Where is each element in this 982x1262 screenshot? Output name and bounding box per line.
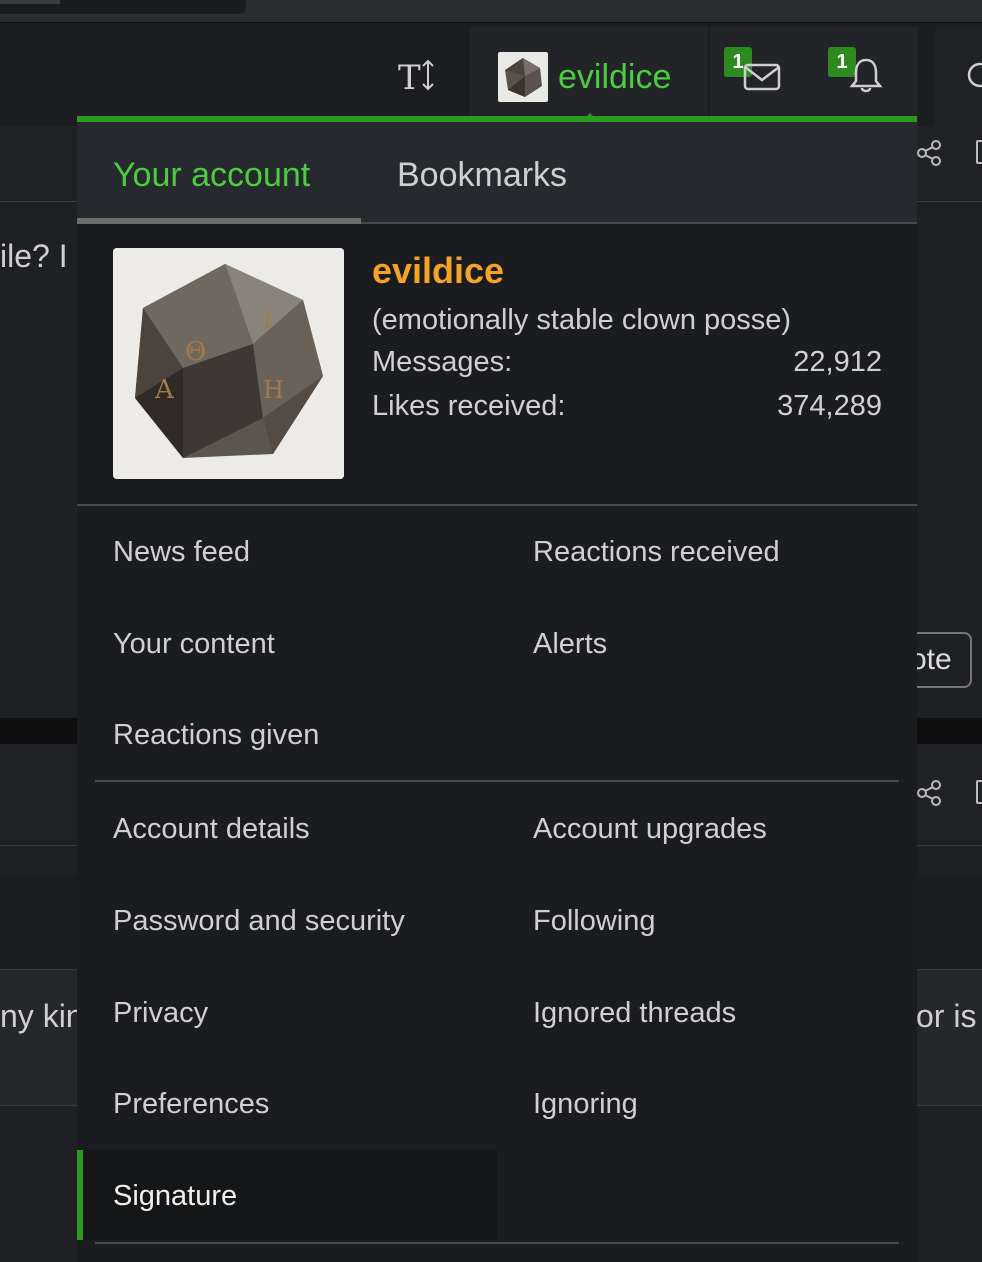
link-password-security[interactable]: Password and security bbox=[113, 905, 405, 938]
bell-icon bbox=[849, 58, 883, 93]
stat-label: Messages: bbox=[372, 346, 513, 378]
svg-text:A: A bbox=[154, 375, 175, 405]
links-divider-bottom bbox=[95, 1242, 899, 1244]
post-text-snippet: or is bbox=[916, 998, 977, 1034]
post-text-snippet: ile? I bbox=[0, 238, 68, 274]
link-reactions-received[interactable]: Reactions received bbox=[533, 536, 780, 569]
bookmark-icon[interactable] bbox=[976, 140, 982, 164]
link-alerts[interactable]: Alerts bbox=[533, 628, 607, 661]
svg-text:H: H bbox=[263, 376, 284, 404]
share-icon[interactable] bbox=[914, 778, 944, 808]
stat-likes: Likes received: 374,289 bbox=[372, 390, 882, 423]
svg-text:Θ: Θ bbox=[185, 337, 206, 367]
tab-your-account[interactable]: Your account bbox=[113, 122, 310, 224]
tab-bookmarks[interactable]: Bookmarks bbox=[397, 122, 567, 224]
stat-value: 22,912 bbox=[793, 346, 882, 378]
link-signature[interactable]: Signature bbox=[113, 1180, 237, 1213]
link-privacy[interactable]: Privacy bbox=[113, 997, 208, 1030]
menu-tabs: Your account Bookmarks bbox=[77, 122, 917, 224]
nav-username: evildice bbox=[558, 57, 672, 96]
bookmark-icon[interactable] bbox=[976, 780, 982, 804]
browser-top-strip bbox=[0, 0, 982, 22]
profile-summary: Θ I H A evildice (emotionally stable clo… bbox=[77, 224, 917, 506]
search-button[interactable] bbox=[934, 27, 982, 127]
inbox-button[interactable]: 1 bbox=[710, 27, 814, 127]
svg-text:T: T bbox=[398, 58, 421, 97]
link-your-content[interactable]: Your content bbox=[113, 628, 275, 661]
profile-user-title: (emotionally stable clown posse) bbox=[372, 304, 792, 336]
user-avatar-small bbox=[498, 52, 548, 102]
account-dropdown-menu: Your account Bookmarks Θ I H A evildice bbox=[77, 116, 917, 1262]
link-preferences[interactable]: Preferences bbox=[113, 1088, 269, 1121]
link-reactions-given[interactable]: Reactions given bbox=[113, 719, 319, 752]
browser-tab-highlight bbox=[0, 0, 60, 4]
text-size-icon[interactable]: T bbox=[392, 53, 452, 98]
link-following[interactable]: Following bbox=[533, 905, 656, 938]
top-navbar: T evildice 1 1 bbox=[0, 22, 982, 129]
link-account-details[interactable]: Account details bbox=[113, 813, 310, 846]
post-text-snippet: ny kin bbox=[0, 998, 84, 1034]
user-avatar[interactable]: Θ I H A bbox=[113, 248, 344, 479]
svg-text:I: I bbox=[263, 309, 272, 334]
stat-messages: Messages: 22,912 bbox=[372, 346, 882, 379]
share-icon[interactable] bbox=[914, 138, 944, 168]
links-divider bbox=[95, 780, 899, 782]
profile-username[interactable]: evildice bbox=[372, 250, 504, 292]
search-icon bbox=[967, 62, 982, 88]
link-account-upgrades[interactable]: Account upgrades bbox=[533, 813, 767, 846]
link-ignored-threads[interactable]: Ignored threads bbox=[533, 997, 736, 1030]
account-menu-button[interactable]: evildice bbox=[470, 27, 708, 129]
alerts-button[interactable]: 1 bbox=[814, 27, 918, 127]
link-news-feed[interactable]: News feed bbox=[113, 536, 250, 569]
link-ignoring[interactable]: Ignoring bbox=[533, 1088, 638, 1121]
stat-value: 374,289 bbox=[777, 390, 882, 422]
envelope-icon bbox=[743, 63, 781, 91]
stat-label: Likes received: bbox=[372, 390, 566, 422]
